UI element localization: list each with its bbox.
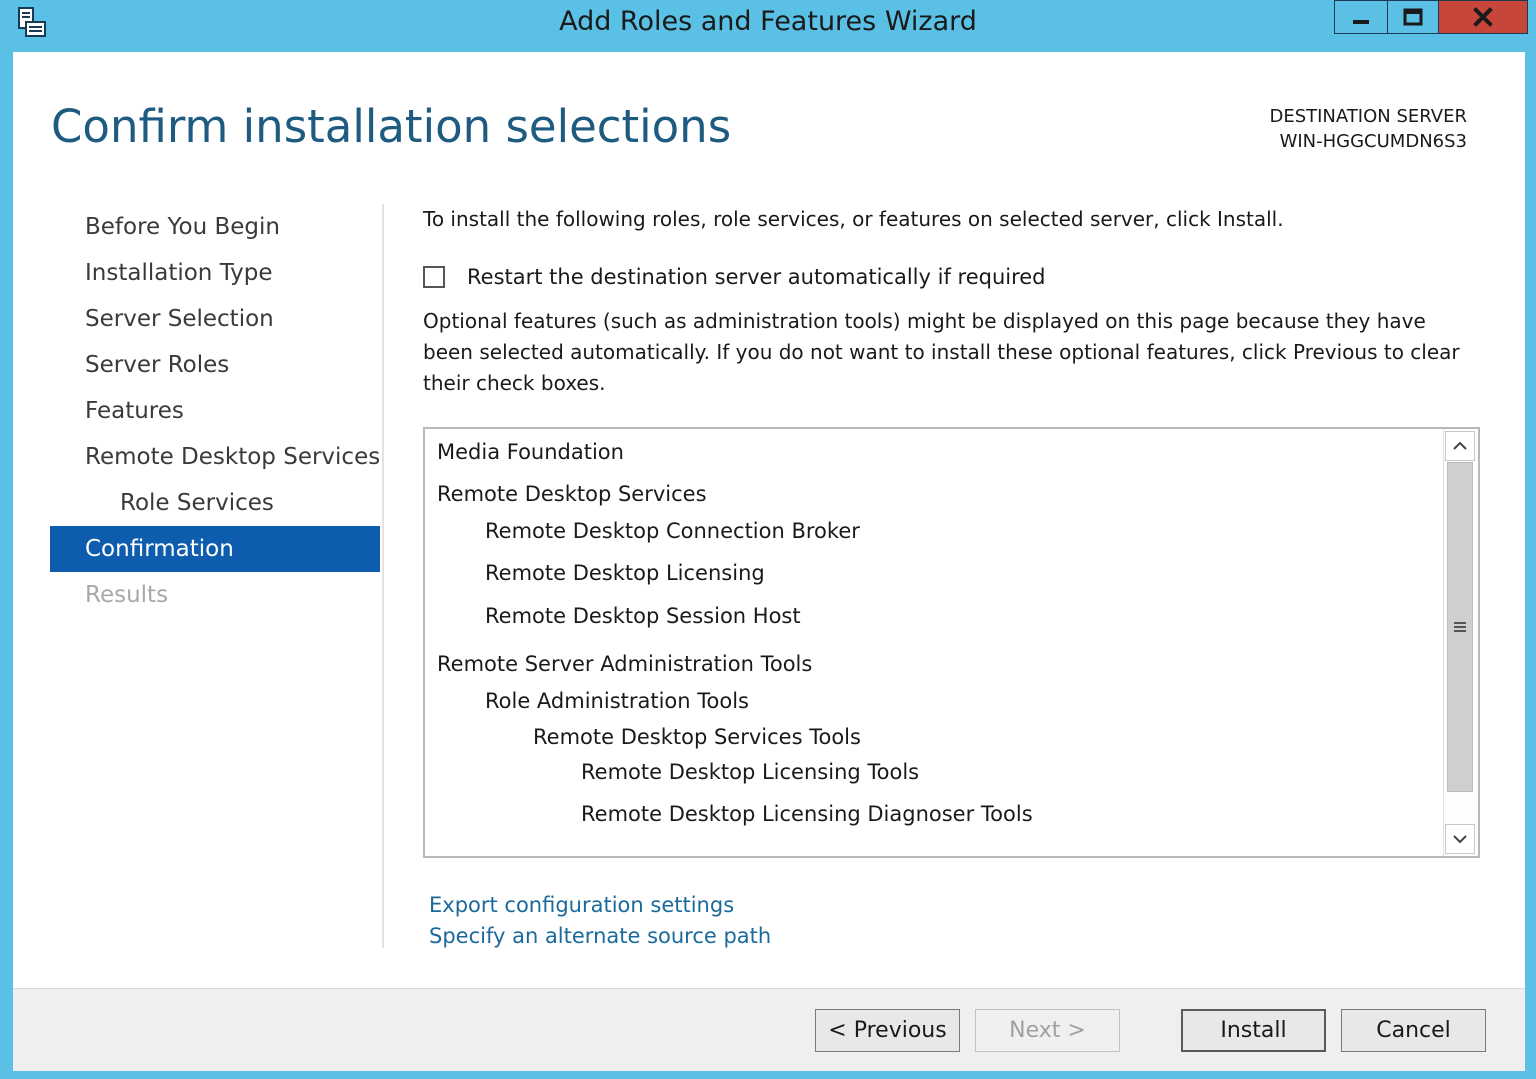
grip-icon [1454,622,1466,632]
minimize-button[interactable] [1334,0,1387,34]
minimize-icon [1353,20,1369,24]
maximize-button[interactable] [1387,0,1439,34]
wizard-body: Confirm installation selections DESTINAT… [13,52,1525,1071]
restart-label[interactable]: Restart the destination server automatic… [467,265,1046,289]
scroll-thumb[interactable] [1447,462,1473,792]
intro-text: To install the following roles, role ser… [423,207,1284,231]
nav-divider [382,204,384,948]
wizard-footer: < Previous Next > Install Cancel [13,988,1525,1071]
optional-features-note: Optional features (such as administratio… [423,309,1460,395]
config-links: Export configuration settings Specify an… [429,890,771,952]
close-icon [1473,7,1493,27]
list-item-media-foundation: Media Foundation [437,440,624,464]
cancel-button[interactable]: Cancel [1341,1009,1486,1052]
next-button: Next > [975,1009,1120,1052]
chevron-down-icon [1453,835,1467,844]
scroll-down-button[interactable] [1445,824,1475,854]
nav-item-server-selection[interactable]: Server Selection [50,296,380,342]
list-item-licensing-diagnoser-tools: Remote Desktop Licensing Diagnoser Tools [581,802,1033,826]
selections-list[interactable]: Media Foundation Remote Desktop Services… [423,427,1480,858]
list-scrollbar[interactable] [1443,429,1478,856]
list-item-licensing: Remote Desktop Licensing [485,561,765,585]
list-item-role-administration-tools: Role Administration Tools [485,689,749,713]
nav-item-remote-desktop-services[interactable]: Remote Desktop Services [50,434,380,480]
restart-option[interactable]: Restart the destination server automatic… [423,265,1046,289]
nav-item-features[interactable]: Features [50,388,380,434]
maximize-icon [1403,8,1423,26]
window-title: Add Roles and Features Wizard [559,6,977,37]
destination-server-info: DESTINATION SERVER WIN-HGGCUMDN6S3 [1269,104,1467,154]
wizard-steps-nav: Before You Begin Installation Type Serve… [50,204,380,618]
title-bar[interactable]: Add Roles and Features Wizard [0,0,1536,52]
previous-button[interactable]: < Previous [815,1009,960,1052]
alternate-source-link[interactable]: Specify an alternate source path [429,921,771,952]
destination-server-name: WIN-HGGCUMDN6S3 [1279,131,1467,152]
export-configuration-link[interactable]: Export configuration settings [429,890,771,921]
scroll-up-button[interactable] [1445,431,1475,461]
nav-item-installation-type[interactable]: Installation Type [50,250,380,296]
install-button[interactable]: Install [1181,1009,1326,1052]
destination-label: DESTINATION SERVER [1269,106,1467,127]
list-item-licensing-tools: Remote Desktop Licensing Tools [581,760,920,784]
page-title: Confirm installation selections [51,100,732,153]
nav-item-results: Results [85,582,169,608]
nav-item-role-services[interactable]: Role Services [50,480,380,526]
list-item-rsat: Remote Server Administration Tools [437,652,813,676]
list-item-remote-desktop-services: Remote Desktop Services [437,482,707,506]
restart-checkbox[interactable] [423,266,445,288]
list-item-rds-tools: Remote Desktop Services Tools [533,725,861,749]
nav-item-before-you-begin[interactable]: Before You Begin [50,204,380,250]
nav-item-confirmation[interactable]: Confirmation [50,526,380,572]
window-bottom-border [0,1071,1536,1079]
chevron-up-icon [1453,441,1467,450]
list-item-session-host: Remote Desktop Session Host [485,604,801,628]
close-button[interactable] [1439,0,1528,34]
list-item-connection-broker: Remote Desktop Connection Broker [485,519,860,543]
nav-item-server-roles[interactable]: Server Roles [50,342,380,388]
